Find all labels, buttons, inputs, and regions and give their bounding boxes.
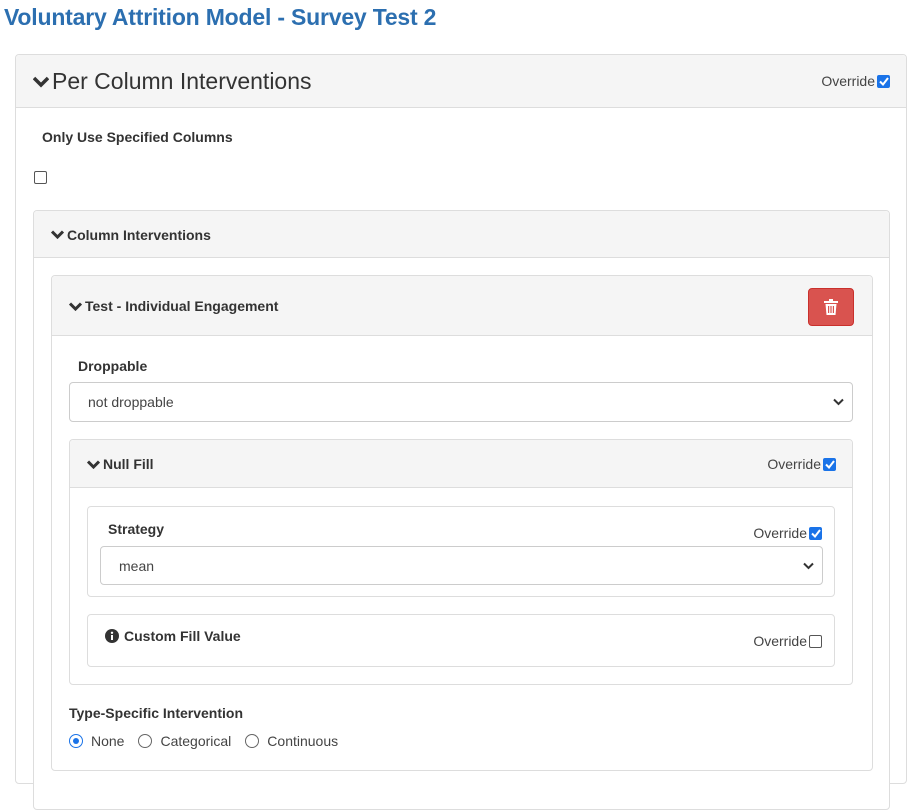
null-fill-override-checkbox[interactable] bbox=[823, 457, 836, 471]
chevron-down-icon bbox=[69, 301, 82, 311]
custom-fill-override-checkbox[interactable] bbox=[809, 634, 822, 648]
null-fill-title: Null Fill bbox=[103, 456, 154, 472]
type-specific-label: Type-Specific Intervention bbox=[69, 705, 243, 721]
chevron-down-icon bbox=[87, 459, 100, 469]
custom-fill-override: Override bbox=[753, 633, 822, 649]
strategy-override: Override bbox=[753, 525, 822, 541]
strategy-label: Strategy bbox=[108, 521, 165, 537]
radio-none[interactable] bbox=[69, 734, 83, 748]
radio-categorical[interactable] bbox=[138, 734, 153, 748]
chevron-down-icon bbox=[833, 398, 844, 406]
column-interventions-title: Column Interventions bbox=[67, 226, 211, 243]
check-icon bbox=[810, 528, 821, 538]
per-column-title: Per Column Interventions bbox=[52, 68, 312, 94]
per-column-header[interactable]: Per Column Interventions Override bbox=[16, 55, 906, 108]
column-interventions-header[interactable]: Column Interventions bbox=[34, 211, 889, 258]
delete-button[interactable] bbox=[808, 288, 854, 326]
chevron-down-icon bbox=[803, 562, 814, 569]
chevron-down-icon bbox=[33, 76, 49, 87]
radio-continuous-label[interactable]: Continuous bbox=[267, 733, 338, 749]
null-fill-panel: Null Fill Override Strategy Override mea… bbox=[69, 439, 853, 685]
test-card-title: Test - Individual Engagement bbox=[85, 298, 279, 314]
radio-continuous[interactable] bbox=[245, 734, 260, 748]
test-card-header[interactable]: Test - Individual Engagement bbox=[52, 276, 872, 336]
trash-icon bbox=[824, 299, 838, 315]
null-fill-header[interactable]: Null Fill Override bbox=[70, 440, 852, 488]
droppable-select[interactable]: not droppable bbox=[69, 382, 853, 422]
per-column-override: Override bbox=[821, 73, 890, 89]
override-label: Override bbox=[821, 73, 875, 89]
radio-categorical-label[interactable]: Categorical bbox=[160, 733, 231, 749]
null-fill-override: Override bbox=[767, 456, 836, 472]
override-label: Override bbox=[767, 456, 821, 472]
radio-none-label[interactable]: None bbox=[91, 733, 124, 749]
override-label: Override bbox=[753, 633, 807, 649]
only-use-label: Only Use Specified Columns bbox=[42, 129, 233, 145]
strategy-box: Strategy Override mean bbox=[87, 506, 835, 597]
column-interventions-panel: Column Interventions Test - Individual E… bbox=[33, 210, 890, 810]
info-icon bbox=[105, 629, 119, 643]
check-icon bbox=[824, 459, 835, 469]
strategy-value: mean bbox=[119, 557, 155, 574]
check-icon bbox=[878, 76, 889, 86]
test-card: Test - Individual Engagement Droppable n… bbox=[51, 275, 873, 771]
custom-fill-box: Custom Fill Value Override bbox=[87, 614, 835, 667]
droppable-value: not droppable bbox=[88, 394, 174, 410]
strategy-override-checkbox[interactable] bbox=[809, 526, 822, 540]
droppable-label: Droppable bbox=[78, 358, 148, 374]
per-column-panel: Per Column Interventions Override Only U… bbox=[15, 54, 907, 810]
page-title: Voluntary Attrition Model - Survey Test … bbox=[4, 4, 437, 30]
custom-fill-label: Custom Fill Value bbox=[124, 628, 241, 644]
per-column-override-checkbox[interactable] bbox=[877, 74, 890, 88]
only-use-checkbox[interactable] bbox=[34, 171, 47, 184]
chevron-down-icon bbox=[51, 230, 64, 239]
type-specific-radio-group: None Categorical Continuous bbox=[69, 733, 338, 749]
strategy-select[interactable]: mean bbox=[100, 546, 823, 585]
override-label: Override bbox=[753, 525, 807, 541]
